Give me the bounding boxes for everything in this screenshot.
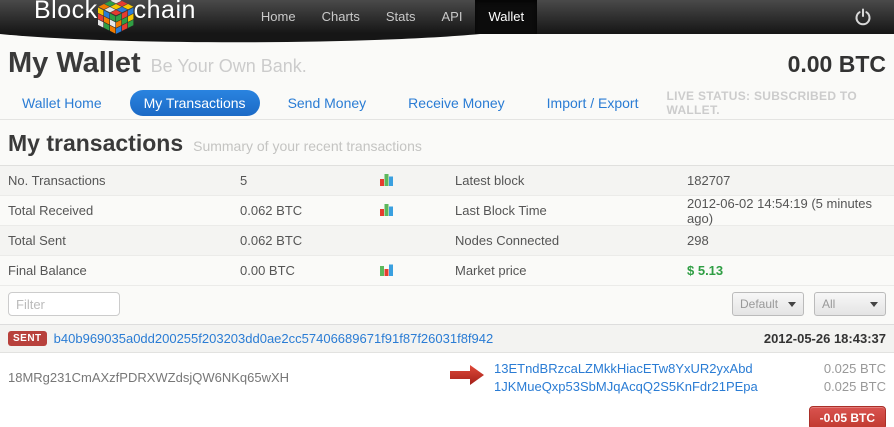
page-tagline: Be Your Own Bank. bbox=[150, 56, 307, 76]
stat-row-final-balance: Final Balance 0.00 BTC bbox=[0, 256, 447, 286]
output-address-link[interactable]: 13ETndBRzcaLZMkkHiacETw8YxUR2yxAbd bbox=[494, 361, 758, 376]
chevron-down-icon bbox=[870, 301, 878, 307]
nav-item-wallet[interactable]: Wallet bbox=[475, 0, 538, 34]
wallet-balance: 0.00 BTC bbox=[787, 51, 886, 77]
stat-label: Final Balance bbox=[8, 263, 87, 278]
stat-label: Total Sent bbox=[8, 233, 66, 248]
filter-type-dropdown[interactable]: All bbox=[814, 292, 886, 316]
output-amount: 0.025 BTC bbox=[823, 379, 886, 394]
transaction-total-row: -0.05 BTC bbox=[0, 402, 894, 427]
nav-item-home[interactable]: Home bbox=[248, 0, 309, 34]
bar-chart-icon[interactable] bbox=[379, 172, 439, 190]
stat-value: 0.062 BTC bbox=[240, 203, 303, 218]
logo-text-chain: chain bbox=[133, 0, 196, 24]
bar-chart-icon[interactable] bbox=[379, 202, 439, 220]
stat-label: No. Transactions bbox=[8, 173, 106, 188]
stat-value: 0.062 BTC bbox=[240, 233, 303, 248]
stat-row-total-sent: Total Sent 0.062 BTC bbox=[0, 226, 447, 256]
bar-chart-icon[interactable] bbox=[379, 262, 439, 280]
output-addresses: 13ETndBRzcaLZMkkHiacETw8YxUR2yxAbd 1JKMu… bbox=[494, 361, 758, 394]
stat-label: Last Block Time bbox=[455, 203, 547, 218]
tab-import-export[interactable]: Import / Export bbox=[533, 90, 653, 116]
transaction-date: 2012-05-26 18:43:37 bbox=[763, 331, 886, 346]
filter-toolbar: Default All bbox=[0, 286, 894, 324]
transaction-header-row: SENT b40b969035a0dd200255f203203dd0ae2cc… bbox=[0, 324, 894, 353]
summary-stats: No. Transactions 5 Total Received 0.062 … bbox=[0, 166, 894, 286]
wallet-stats-table: No. Transactions 5 Total Received 0.062 … bbox=[0, 166, 447, 286]
section-title: My transactions bbox=[8, 130, 184, 156]
stat-row-nodes-connected: Nodes Connected 298 bbox=[447, 226, 894, 256]
blockchain-logo[interactable]: Block chain bbox=[34, 0, 196, 41]
output-amounts: 0.025 BTC 0.025 BTC bbox=[824, 361, 886, 394]
top-navbar: Block chain Home Charts Stats API Wallet bbox=[0, 0, 894, 34]
live-status-text: LIVE STATUS: SUBSCRIBED TO WALLET. bbox=[666, 88, 857, 117]
page-title: My Wallet bbox=[8, 47, 141, 79]
tab-send-money[interactable]: Send Money bbox=[274, 90, 381, 116]
transaction-total-badge[interactable]: -0.05 BTC bbox=[808, 406, 886, 427]
stat-value: 5 bbox=[240, 173, 248, 188]
stat-label: Total Received bbox=[8, 203, 94, 218]
logout-power-icon[interactable] bbox=[854, 8, 872, 26]
filter-input[interactable] bbox=[8, 292, 120, 316]
tab-receive-money[interactable]: Receive Money bbox=[394, 90, 519, 116]
wallet-header: My Wallet Be Your Own Bank. 0.00 BTC bbox=[0, 34, 894, 86]
stat-row-market-price: Market price $ 5.13 bbox=[447, 256, 894, 286]
filter-type-dropdown-value: All bbox=[822, 297, 836, 311]
logo-text-block: Block bbox=[34, 0, 98, 24]
stat-value: 2012-06-02 14:54:19 (5 minutes ago) bbox=[687, 195, 873, 226]
chevron-down-icon bbox=[788, 301, 796, 307]
stat-row-transactions: No. Transactions 5 bbox=[0, 166, 447, 196]
main-nav: Home Charts Stats API Wallet bbox=[248, 0, 538, 34]
output-amount: 0.025 BTC bbox=[823, 361, 886, 376]
sort-dropdown[interactable]: Default bbox=[732, 292, 804, 316]
red-arrow-icon bbox=[448, 363, 486, 392]
stat-row-last-block-time: Last Block Time 2012-06-02 14:54:19 (5 m… bbox=[447, 196, 894, 226]
section-heading: My transactions Summary of your recent t… bbox=[0, 120, 894, 165]
stat-value: 298 bbox=[687, 233, 709, 248]
stat-row-latest-block: Latest block 182707 bbox=[447, 166, 894, 196]
output-address-link[interactable]: 1JKMueQxp53SbMJqAcqQ2S5KnFdr21PEpa bbox=[494, 379, 758, 394]
sort-dropdown-value: Default bbox=[740, 297, 779, 311]
transaction-hash-link[interactable]: b40b969035a0dd200255f203203dd0ae2cc57406… bbox=[54, 331, 494, 346]
rubiks-cube-icon bbox=[96, 0, 136, 41]
stat-label: Market price bbox=[455, 263, 527, 278]
nav-item-charts[interactable]: Charts bbox=[309, 0, 373, 34]
stat-label: Latest block bbox=[455, 173, 525, 188]
network-stats-table: Latest block 182707 Last Block Time 2012… bbox=[447, 166, 894, 286]
nav-item-stats[interactable]: Stats bbox=[373, 0, 429, 34]
tab-my-transactions[interactable]: My Transactions bbox=[129, 89, 260, 116]
input-address: 18MRg231CmAXzfPDRXWZdsjQW6NKq65wXH bbox=[8, 370, 290, 385]
wallet-tabbar: Wallet Home My Transactions Send Money R… bbox=[0, 86, 894, 120]
stat-row-total-received: Total Received 0.062 BTC bbox=[0, 196, 447, 226]
transaction-detail-row: 18MRg231CmAXzfPDRXWZdsjQW6NKq65wXH 13ETn… bbox=[0, 353, 894, 402]
tab-wallet-home[interactable]: Wallet Home bbox=[8, 90, 116, 116]
nav-item-api[interactable]: API bbox=[429, 0, 476, 34]
stat-value: 0.00 BTC bbox=[240, 263, 295, 278]
stat-label: Nodes Connected bbox=[455, 233, 560, 248]
stat-value: 182707 bbox=[687, 173, 731, 188]
market-price-value: $ 5.13 bbox=[687, 263, 724, 278]
section-subtitle: Summary of your recent transactions bbox=[193, 138, 422, 154]
sent-badge: SENT bbox=[8, 331, 47, 346]
